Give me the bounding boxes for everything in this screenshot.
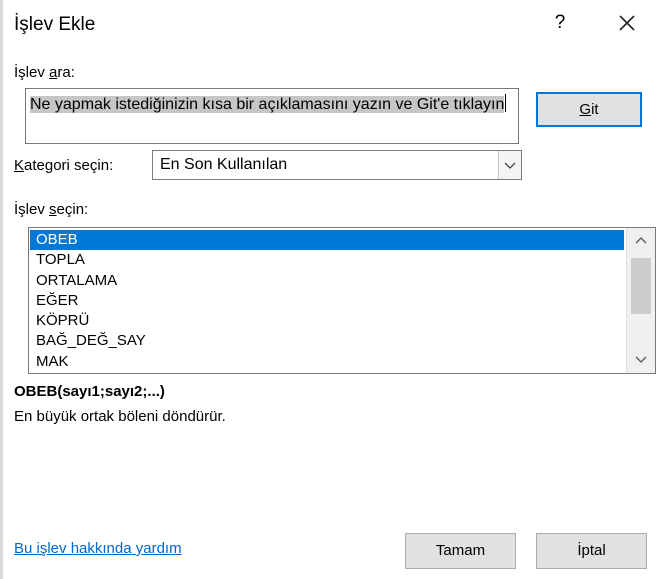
search-label-text: İşlev (14, 64, 50, 81)
function-list-item[interactable]: EĞER (30, 291, 624, 311)
scroll-down-button[interactable] (627, 346, 655, 372)
category-selected-value: En Son Kullanılan (160, 156, 288, 173)
close-icon (619, 15, 635, 31)
category-label-text: ategori seçin: (24, 157, 114, 174)
function-list-label-accesskey: s (49, 201, 57, 218)
scroll-up-button[interactable] (627, 228, 655, 254)
function-list-item[interactable]: KÖPRÜ (30, 311, 624, 331)
search-input-value: Ne yapmak istediğinizin kısa bir açıklam… (30, 96, 505, 113)
category-label: Kategori seçin: (14, 157, 113, 174)
dialog-title: İşlev Ekle (14, 14, 96, 35)
function-list-label-text-end: eçin: (56, 201, 89, 218)
cancel-button[interactable]: İptal (536, 533, 647, 569)
function-syntax: OBEB(sayı1;sayı2;...) (14, 383, 165, 400)
search-label: İşlev ara: (14, 64, 75, 81)
search-input-text: Ne yapmak istediğinizin kısa bir açıklam… (30, 94, 514, 116)
function-list-label: İşlev seçin: (14, 201, 88, 218)
function-list-label-text: İşlev (14, 201, 50, 218)
function-help-link[interactable]: Bu işlev hakkında yardım (14, 540, 182, 557)
function-list-items: OBEB TOPLA ORTALAMA EĞER KÖPRÜ BAĞ_DEĞ_SAY MAK (30, 230, 624, 372)
ok-button[interactable]: Tamam (405, 533, 516, 569)
chevron-up-icon (635, 237, 647, 244)
search-label-text-end: ra: (57, 64, 75, 81)
search-input[interactable]: Ne yapmak istediğinizin kısa bir açıklam… (25, 88, 519, 144)
chevron-down-icon (635, 356, 647, 363)
function-description: En büyük ortak böleni döndürür. (14, 408, 226, 425)
function-list-item[interactable]: BAĞ_DEĞ_SAY (30, 331, 624, 351)
function-list-item[interactable]: TOPLA (30, 250, 624, 270)
function-list[interactable]: OBEB TOPLA ORTALAMA EĞER KÖPRÜ BAĞ_DEĞ_SAY MAK (28, 227, 656, 374)
category-label-accesskey: K (14, 157, 25, 174)
category-select[interactable]: En Son Kullanılan (152, 150, 522, 180)
go-button-accesskey: G (579, 101, 592, 118)
function-list-item[interactable]: OBEB (30, 230, 624, 251)
chevron-down-icon (504, 162, 516, 169)
function-list-scrollbar[interactable] (626, 228, 655, 373)
go-button[interactable]: Git (536, 92, 642, 127)
go-button-label: it (591, 101, 599, 118)
window-left-edge (0, 0, 3, 579)
help-button[interactable]: ? (549, 12, 571, 38)
function-list-item[interactable]: MAK (30, 352, 624, 372)
function-list-item[interactable]: ORTALAMA (30, 271, 624, 291)
close-button[interactable] (612, 8, 642, 38)
scrollbar-thumb[interactable] (631, 258, 651, 314)
category-dropdown-button[interactable] (498, 151, 521, 179)
text-caret (505, 94, 507, 112)
